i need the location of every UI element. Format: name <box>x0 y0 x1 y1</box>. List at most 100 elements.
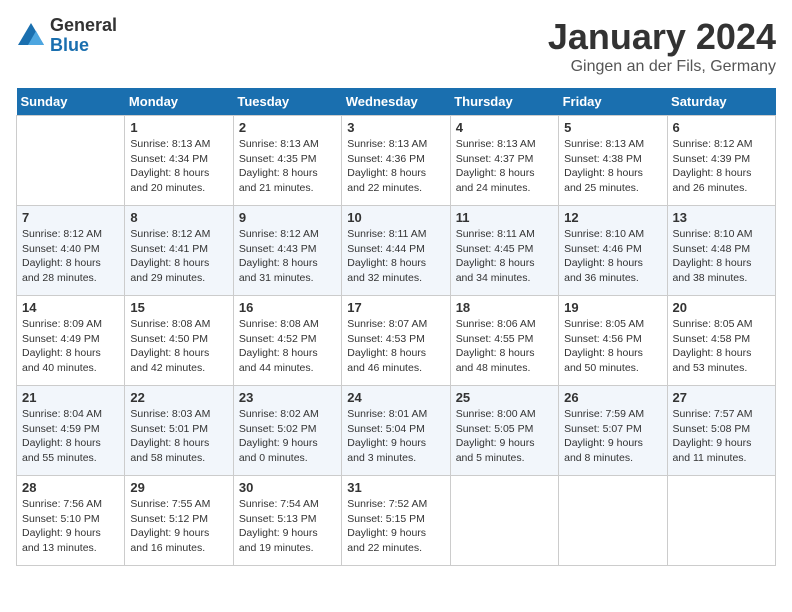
day-number: 10 <box>347 210 444 225</box>
col-monday: Monday <box>125 88 233 116</box>
sunrise-text: Sunrise: 8:07 AM <box>347 318 427 330</box>
day-number: 2 <box>239 120 336 135</box>
sunset-text: Sunset: 4:37 PM <box>456 153 534 165</box>
sunset-text: Sunset: 5:15 PM <box>347 513 425 525</box>
month-title: January 2024 <box>548 16 776 58</box>
sunset-text: Sunset: 4:35 PM <box>239 153 317 165</box>
day-number: 29 <box>130 480 227 495</box>
sunset-text: Sunset: 4:52 PM <box>239 333 317 345</box>
daylight-text: Daylight: 9 hours and 11 minutes. <box>673 437 752 464</box>
sunrise-text: Sunrise: 8:13 AM <box>239 138 319 150</box>
daylight-text: Daylight: 9 hours and 13 minutes. <box>22 527 101 554</box>
week-row-3: 21Sunrise: 8:04 AMSunset: 4:59 PMDayligh… <box>17 386 776 476</box>
table-row: 4Sunrise: 8:13 AMSunset: 4:37 PMDaylight… <box>450 116 558 206</box>
sunrise-text: Sunrise: 8:06 AM <box>456 318 536 330</box>
day-detail: Sunrise: 8:11 AMSunset: 4:44 PMDaylight:… <box>347 227 444 286</box>
sunrise-text: Sunrise: 8:09 AM <box>22 318 102 330</box>
sunset-text: Sunset: 4:43 PM <box>239 243 317 255</box>
day-number: 12 <box>564 210 661 225</box>
sunrise-text: Sunrise: 8:05 AM <box>564 318 644 330</box>
day-detail: Sunrise: 8:01 AMSunset: 5:04 PMDaylight:… <box>347 407 444 466</box>
table-row: 25 Sunrise: 8:00 AMSunset: 5:05 PMDayligh… <box>450 386 558 476</box>
table-row: 31Sunrise: 7:52 AMSunset: 5:15 PMDayligh… <box>342 476 450 566</box>
table-row: 21Sunrise: 8:04 AMSunset: 4:59 PMDayligh… <box>17 386 125 476</box>
table-row: 28Sunrise: 7:56 AMSunset: 5:10 PMDayligh… <box>17 476 125 566</box>
daylight-text: Daylight: 8 hours and 46 minutes. <box>347 347 426 374</box>
day-number: 25 <box>456 390 553 405</box>
sunrise-text: Sunrise: 7:54 AM <box>239 498 319 510</box>
table-row <box>559 476 667 566</box>
daylight-text: Daylight: 8 hours and 22 minutes. <box>347 167 426 194</box>
sunrise-text: Sunrise: 8:12 AM <box>130 228 210 240</box>
daylight-text: Daylight: 8 hours and 55 minutes. <box>22 437 101 464</box>
day-number: 6 <box>673 120 770 135</box>
sunset-text: Sunset: 4:44 PM <box>347 243 425 255</box>
daylight-text: Daylight: 8 hours and 50 minutes. <box>564 347 643 374</box>
day-detail: Sunrise: 8:12 AMSunset: 4:41 PMDaylight:… <box>130 227 227 286</box>
day-number: 5 <box>564 120 661 135</box>
week-row-0: 1Sunrise: 8:13 AMSunset: 4:34 PMDaylight… <box>17 116 776 206</box>
sunrise-text: Sunrise: 8:10 AM <box>564 228 644 240</box>
daylight-text: Daylight: 8 hours and 21 minutes. <box>239 167 318 194</box>
sunset-text: Sunset: 5:08 PM <box>673 423 751 435</box>
day-number: 15 <box>130 300 227 315</box>
week-row-1: 7Sunrise: 8:12 AMSunset: 4:40 PMDaylight… <box>17 206 776 296</box>
sunrise-text: Sunrise: 8:13 AM <box>456 138 536 150</box>
day-detail: Sunrise: 8:00 AMSunset: 5:05 PMDaylight:… <box>456 407 553 466</box>
table-row: 11Sunrise: 8:11 AMSunset: 4:45 PMDayligh… <box>450 206 558 296</box>
day-number: 1 <box>130 120 227 135</box>
day-detail: Sunrise: 8:13 AM Sunset: 4:35 PM Daylight:… <box>239 137 336 196</box>
table-row: 29Sunrise: 7:55 AMSunset: 5:12 PMDayligh… <box>125 476 233 566</box>
day-number: 8 <box>130 210 227 225</box>
sunrise-text: Sunrise: 8:08 AM <box>239 318 319 330</box>
day-number: 30 <box>239 480 336 495</box>
sunset-text: Sunset: 4:49 PM <box>22 333 100 345</box>
sunrise-text: Sunrise: 8:03 AM <box>130 408 210 420</box>
day-detail: Sunrise: 8:06 AMSunset: 4:55 PMDaylight:… <box>456 317 553 376</box>
table-row <box>667 476 775 566</box>
day-number: 13 <box>673 210 770 225</box>
sunset-text: Sunset: 5:07 PM <box>564 423 642 435</box>
sunset-text: Sunset: 4:50 PM <box>130 333 208 345</box>
sunrise-text: Sunrise: 8:11 AM <box>456 228 535 240</box>
table-row: 22Sunrise: 8:03 AMSunset: 5:01 PMDayligh… <box>125 386 233 476</box>
table-row: 3Sunrise: 8:13 AMSunset: 4:36 PMDaylight… <box>342 116 450 206</box>
daylight-text: Daylight: 8 hours and 26 minutes. <box>673 167 752 194</box>
sunrise-text: Sunrise: 8:04 AM <box>22 408 102 420</box>
sunset-text: Sunset: 4:58 PM <box>673 333 751 345</box>
day-number: 23 <box>239 390 336 405</box>
logo-text: General Blue <box>50 16 117 56</box>
day-number: 17 <box>347 300 444 315</box>
day-detail: Sunrise: 8:13 AMSunset: 4:38 PMDaylight:… <box>564 137 661 196</box>
sunrise-text: Sunrise: 8:05 AM <box>673 318 753 330</box>
sunrise-text: Sunrise: 7:55 AM <box>130 498 210 510</box>
sunset-text: Sunset: 4:40 PM <box>22 243 100 255</box>
table-row: 14Sunrise: 8:09 AMSunset: 4:49 PMDayligh… <box>17 296 125 386</box>
day-number: 27 <box>673 390 770 405</box>
sunset-text: Sunset: 5:04 PM <box>347 423 425 435</box>
daylight-text: Daylight: 9 hours and 16 minutes. <box>130 527 209 554</box>
sunset-text: Sunset: 4:56 PM <box>564 333 642 345</box>
sunrise-text: Sunrise: 8:13 AM <box>347 138 427 150</box>
day-detail: Sunrise: 8:07 AM Sunset: 4:53 PM Daylight:… <box>347 317 444 376</box>
day-number: 24 <box>347 390 444 405</box>
day-number: 9 <box>239 210 336 225</box>
sunrise-text: Sunrise: 8:02 AM <box>239 408 319 420</box>
table-row: 30Sunrise: 7:54 AMSunset: 5:13 PMDayligh… <box>233 476 341 566</box>
sunset-text: Sunset: 5:02 PM <box>239 423 317 435</box>
sunset-text: Sunset: 4:46 PM <box>564 243 642 255</box>
sunset-text: Sunset: 4:53 PM <box>347 333 425 345</box>
table-row: 7Sunrise: 8:12 AMSunset: 4:40 PMDaylight… <box>17 206 125 296</box>
daylight-text: Daylight: 9 hours and 5 minutes. <box>456 437 535 464</box>
daylight-text: Daylight: 8 hours and 38 minutes. <box>673 257 752 284</box>
daylight-text: Daylight: 8 hours and 24 minutes. <box>456 167 535 194</box>
daylight-text: Daylight: 9 hours and 19 minutes. <box>239 527 318 554</box>
daylight-text: Daylight: 8 hours and 31 minutes. <box>239 257 318 284</box>
day-detail: Sunrise: 8:05 AMSunset: 4:58 PMDaylight:… <box>673 317 770 376</box>
table-row <box>450 476 558 566</box>
table-row: 5 Sunrise: 8:13 AMSunset: 4:38 PMDaylight… <box>559 116 667 206</box>
day-number: 20 <box>673 300 770 315</box>
sunrise-text: Sunrise: 7:52 AM <box>347 498 427 510</box>
sunset-text: Sunset: 5:05 PM <box>456 423 534 435</box>
day-detail: Sunrise: 8:13 AMSunset: 4:36 PMDaylight:… <box>347 137 444 196</box>
